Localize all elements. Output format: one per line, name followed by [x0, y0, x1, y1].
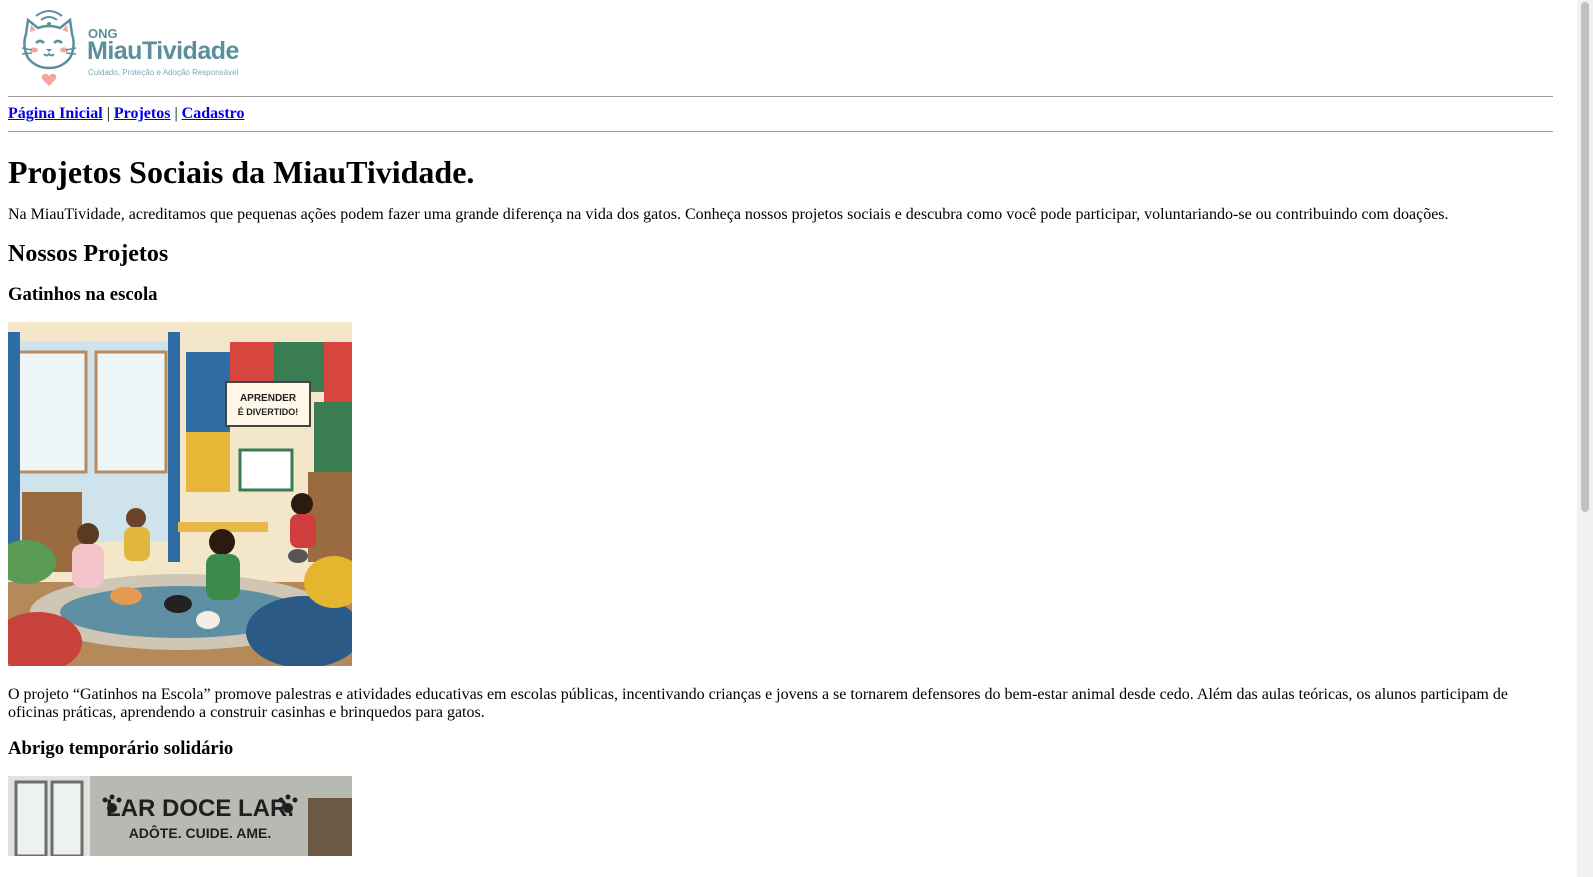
project-image-classroom: APRENDER É DIVERTIDO!	[8, 322, 352, 666]
nav-link-home[interactable]: Página Inicial	[8, 105, 103, 122]
project-title: Gatinhos na escola	[8, 284, 158, 305]
project-card: Gatinhos na escola APRENDER É DIVERTIDO!…	[8, 284, 1577, 722]
nav-link-signup[interactable]: Cadastro	[182, 105, 245, 122]
scrollbar-thumb[interactable]	[1581, 2, 1589, 512]
shelter-sign-line1: LAR DOCE LAR.	[106, 795, 294, 822]
section-title: Nossos Projetos	[8, 241, 169, 267]
project-image-shelter: LAR DOCE LAR. ADÔTE. CUIDE. AME.	[8, 776, 352, 856]
nav-divider	[8, 131, 1553, 132]
classroom-sign-text: APRENDER	[240, 393, 297, 404]
page-content: ONG MiauTividade Cuidado, Proteção e Ado…	[8, 0, 1577, 856]
intro-paragraph: Na MiauTividade, acreditamos que pequena…	[8, 206, 1449, 223]
logo-brand-name: MiauTividade	[87, 37, 239, 65]
main-nav: Página Inicial | Projetos | Cadastro	[8, 97, 1577, 131]
nav-separator: |	[106, 105, 110, 122]
project-description: O projeto “Gatinhos na Escola” promove p…	[8, 686, 1508, 721]
svg-text:É DIVERTIDO!: É DIVERTIDO!	[238, 407, 299, 417]
ong-logo[interactable]: ONG MiauTividade Cuidado, Proteção e Ado…	[14, 6, 239, 92]
project-card: Abrigo temporário solidário LAR DOCE LAR…	[8, 738, 1577, 856]
page-scrollbar[interactable]	[1577, 0, 1593, 877]
logo-tagline: Cuidado, Proteção e Adoção Responsável	[88, 68, 239, 77]
page-body: { "logo": { "ong": "ONG", "name": "MiauT…	[0, 0, 1593, 877]
shelter-sign-line2: ADÔTE. CUIDE. AME.	[129, 824, 272, 841]
nav-link-projects[interactable]: Projetos	[114, 105, 171, 122]
cat-logo-icon	[21, 10, 77, 86]
site-header: ONG MiauTividade Cuidado, Proteção e Ado…	[8, 0, 1577, 96]
project-title: Abrigo temporário solidário	[8, 738, 234, 759]
nav-separator: |	[174, 105, 178, 122]
page-title: Projetos Sociais da MiauTividade.	[8, 154, 475, 190]
main-content: Projetos Sociais da MiauTividade. Na Mia…	[8, 154, 1577, 856]
